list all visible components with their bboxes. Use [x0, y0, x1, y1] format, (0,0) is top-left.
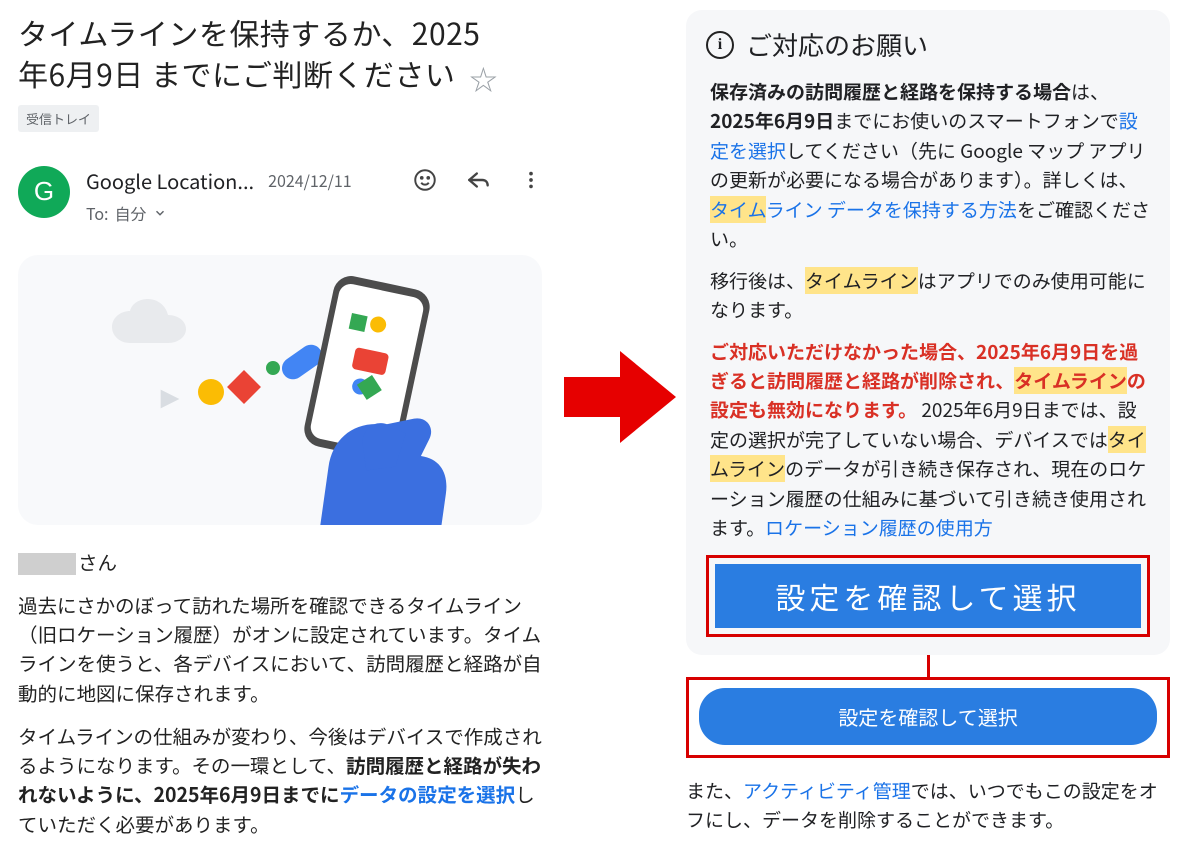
cta-connector: [686, 655, 1170, 677]
redacted-name: [18, 553, 76, 575]
arrow-separator: [560, 0, 680, 854]
info-card: i ご対応のお願い 保存済みの訪問履歴と経路を保持する場合は、2025年6月9日…: [686, 10, 1170, 655]
info-p2: 移行後は、タイムラインはアプリでのみ使用可能になります。: [710, 266, 1150, 325]
info-icon: i: [706, 31, 734, 59]
hero-illustration: [18, 255, 542, 525]
hand-icon: [280, 372, 489, 524]
info-p3: ご対応いただけなかった場合、2025年6月9日を過ぎると訪問履歴と経路が削除され…: [710, 337, 1150, 543]
more-icon[interactable]: [520, 167, 542, 193]
location-history-usage-link[interactable]: ロケーション履歴の使用方: [765, 514, 993, 541]
email-subject-line1: タイムラインを保持するか、2025: [18, 12, 497, 53]
sender-name[interactable]: Google Location...: [86, 166, 254, 195]
activity-controls-link[interactable]: アクティビティ管理: [743, 777, 911, 804]
greeting-suffix: さん: [78, 547, 117, 576]
email-pane: タイムラインを保持するか、2025 年6月9日 までにご判断ください ☆ 受信ト…: [0, 0, 560, 854]
recipient-line[interactable]: To: 自分: [86, 201, 542, 225]
info-footer: また、アクティビティ管理では、いつでもこの設定をオフにし、データを削除することが…: [686, 776, 1170, 835]
cta-button-box: 設定を確認して選択: [686, 677, 1170, 758]
info-p1: 保存済みの訪問履歴と経路を保持する場合は、2025年6月9日までにお使いのスマー…: [710, 77, 1150, 254]
arrow-right-icon: [560, 337, 680, 457]
screen-shape-1: [349, 313, 368, 332]
email-body: さん 過去にさかのぼって訪れた場所を確認できるタイムライン（旧ロケーション履歴）…: [18, 547, 542, 838]
body-p2: タイムラインの仕組みが変わり、今後はデバイスで作成されるようになります。その一環…: [18, 721, 542, 838]
cta-highlight-box: 設定を確認して選択: [706, 555, 1150, 637]
cloud-icon: [108, 297, 198, 357]
info-pane: i ご対応のお願い 保存済みの訪問履歴と経路を保持する場合は、2025年6月9日…: [680, 0, 1180, 854]
diamond-red-icon: [227, 370, 261, 404]
keep-timeline-link-2[interactable]: ライン データを保持する方法: [766, 196, 1017, 223]
body-p1: 過去にさかのぼって訪れた場所を確認できるタイムライン（旧ロケーション履歴）がオン…: [18, 590, 542, 707]
play-icon: [156, 385, 184, 413]
react-icon[interactable]: [412, 167, 438, 193]
email-subject-line2: 年6月9日 までにご判断ください: [18, 53, 455, 94]
to-label: To:: [86, 201, 109, 225]
reply-icon[interactable]: [466, 167, 492, 193]
inbox-label[interactable]: 受信トレイ: [18, 105, 99, 132]
sender-date: 2024/12/11: [268, 168, 352, 192]
cta-band: 設定を確認して選択: [715, 564, 1141, 628]
confirm-settings-button[interactable]: 設定を確認して選択: [699, 688, 1157, 745]
keep-timeline-link[interactable]: タイム: [710, 196, 766, 223]
star-icon[interactable]: ☆: [469, 59, 497, 99]
data-settings-link[interactable]: データの設定を選択: [340, 779, 516, 808]
to-value: 自分: [115, 201, 147, 225]
dot-yellow-icon: [198, 379, 224, 405]
avatar[interactable]: G: [18, 166, 70, 218]
dot-green-icon: [266, 361, 280, 375]
chevron-down-icon[interactable]: [153, 201, 167, 225]
info-heading: ご対応のお願い: [746, 26, 928, 63]
